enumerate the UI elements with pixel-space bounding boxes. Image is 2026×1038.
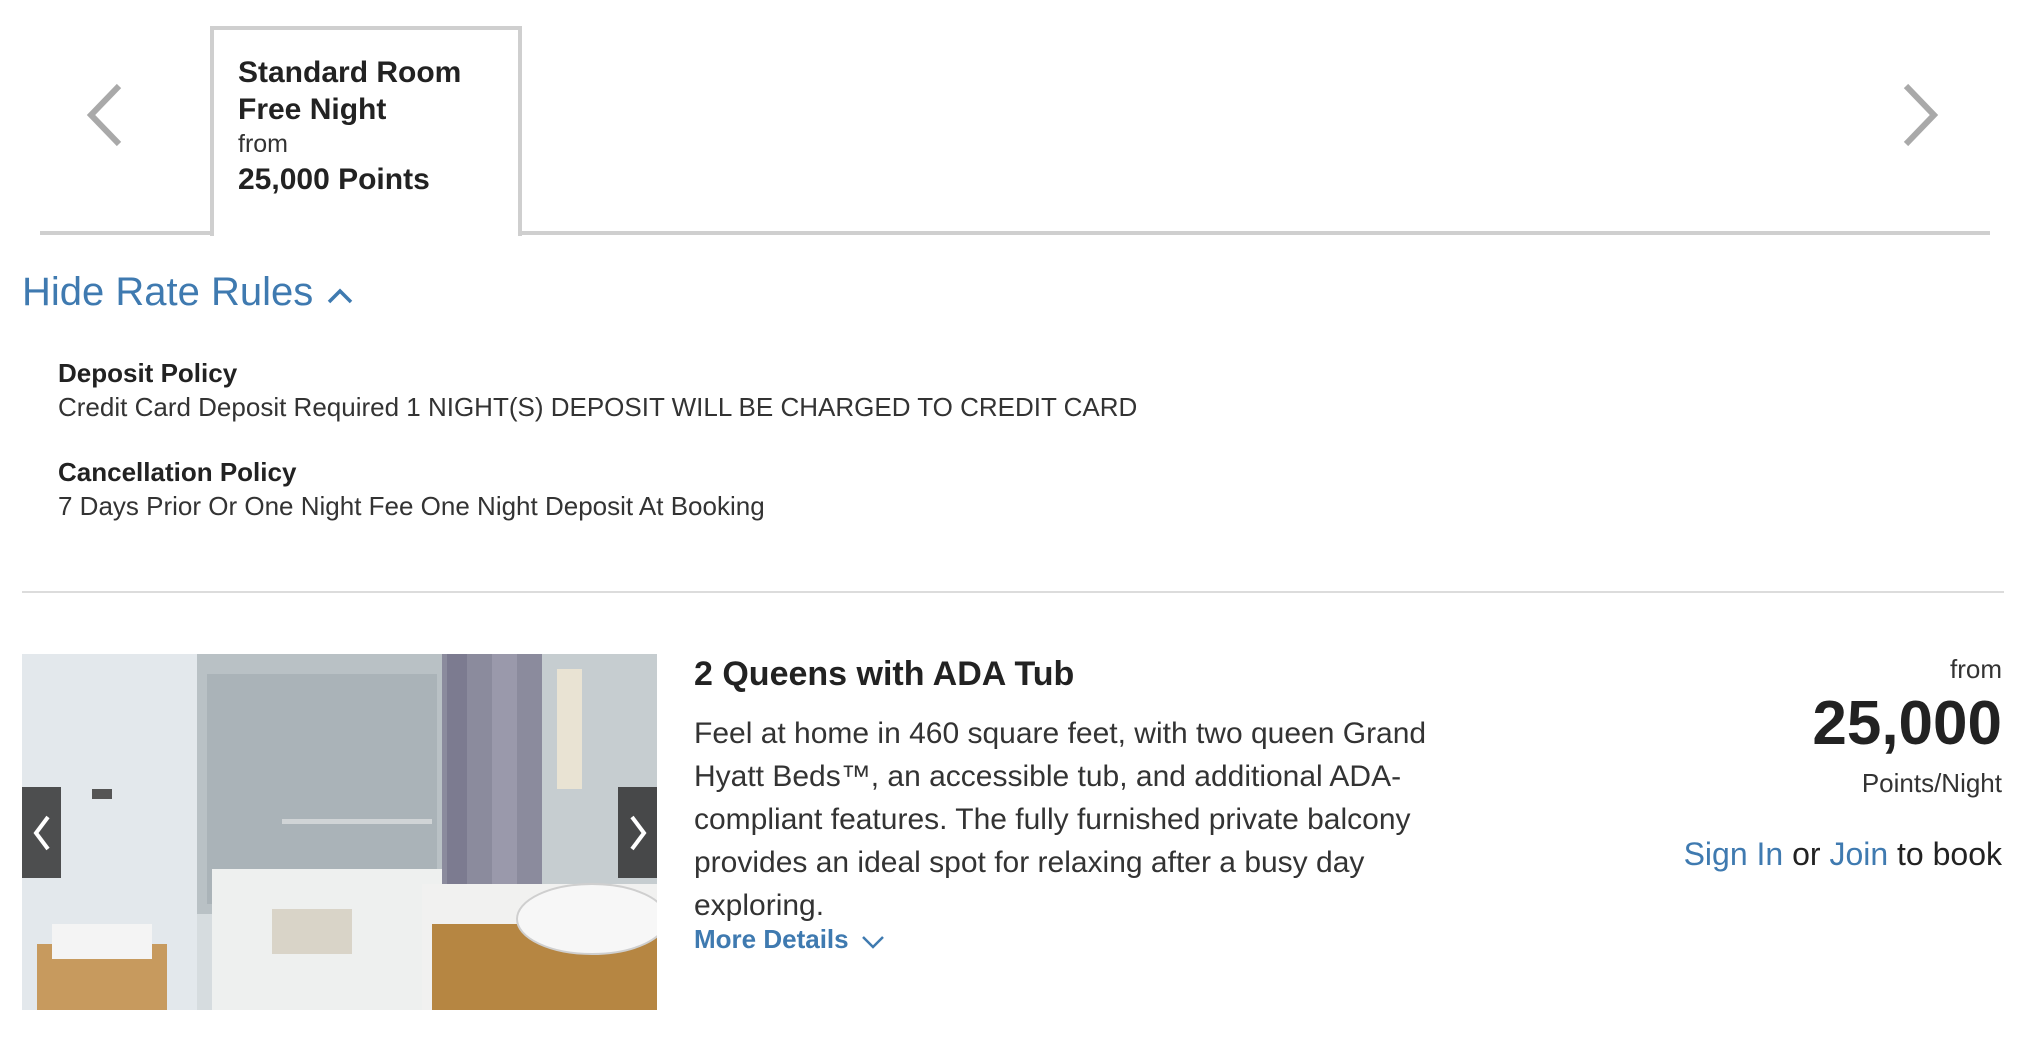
chevron-down-icon <box>861 935 884 949</box>
room-title: 2 Queens with ADA Tub <box>694 655 1075 693</box>
hide-rate-rules-label: Hide Rate Rules <box>22 270 314 314</box>
cancellation-policy: Cancellation Policy 7 Days Prior Or One … <box>58 455 765 523</box>
price-from-label: from <box>1950 654 2002 684</box>
more-details-label: More Details <box>694 924 849 954</box>
deposit-policy-text: Credit Card Deposit Required 1 NIGHT(S) … <box>58 392 1138 422</box>
rate-tab-carousel: Standard Room Free Night from 25,000 Poi… <box>40 0 1990 236</box>
cancellation-policy-text: 7 Days Prior Or One Night Fee One Night … <box>58 491 765 521</box>
image-prev-button[interactable] <box>22 787 61 878</box>
price-box: from 25,000 Points/Night Sign In or Join… <box>1602 650 2002 874</box>
room-photo <box>22 654 657 1010</box>
rate-tab-name-line2: Free Night <box>238 93 387 126</box>
carousel-prev-button[interactable] <box>75 80 135 150</box>
room-image-gallery[interactable] <box>22 654 657 1010</box>
to-book-label: to book <box>1897 836 2002 872</box>
rate-tab-standard-room[interactable]: Standard Room Free Night from 25,000 Poi… <box>210 26 522 236</box>
deposit-policy: Deposit Policy Credit Card Deposit Requi… <box>58 356 1137 424</box>
deposit-policy-title: Deposit Policy <box>58 358 238 388</box>
or-label: or <box>1792 836 1821 872</box>
book-prompt: Sign In or Join to book <box>1602 834 2002 874</box>
price-points: 25,000 <box>1812 689 2002 758</box>
rate-tab-points: 25,000 Points <box>238 163 430 196</box>
hide-rate-rules-toggle[interactable]: Hide Rate Rules <box>22 270 353 315</box>
chevron-left-icon <box>86 83 122 147</box>
join-link[interactable]: Join <box>1829 836 1888 872</box>
image-next-button[interactable] <box>618 787 657 878</box>
chevron-right-icon <box>1903 83 1939 147</box>
price-unit: Points/Night <box>1861 768 2002 798</box>
chevron-up-icon <box>328 288 353 303</box>
carousel-next-button[interactable] <box>1890 80 1950 150</box>
rate-tab-from-label: from <box>238 130 288 158</box>
sign-in-link[interactable]: Sign In <box>1684 836 1784 872</box>
chevron-right-icon <box>629 815 646 850</box>
more-details-link[interactable]: More Details <box>694 924 885 955</box>
chevron-left-icon <box>33 815 50 850</box>
cancellation-policy-title: Cancellation Policy <box>58 457 297 487</box>
section-divider <box>22 591 2004 593</box>
rate-tab-name-line1: Standard Room <box>238 56 462 89</box>
